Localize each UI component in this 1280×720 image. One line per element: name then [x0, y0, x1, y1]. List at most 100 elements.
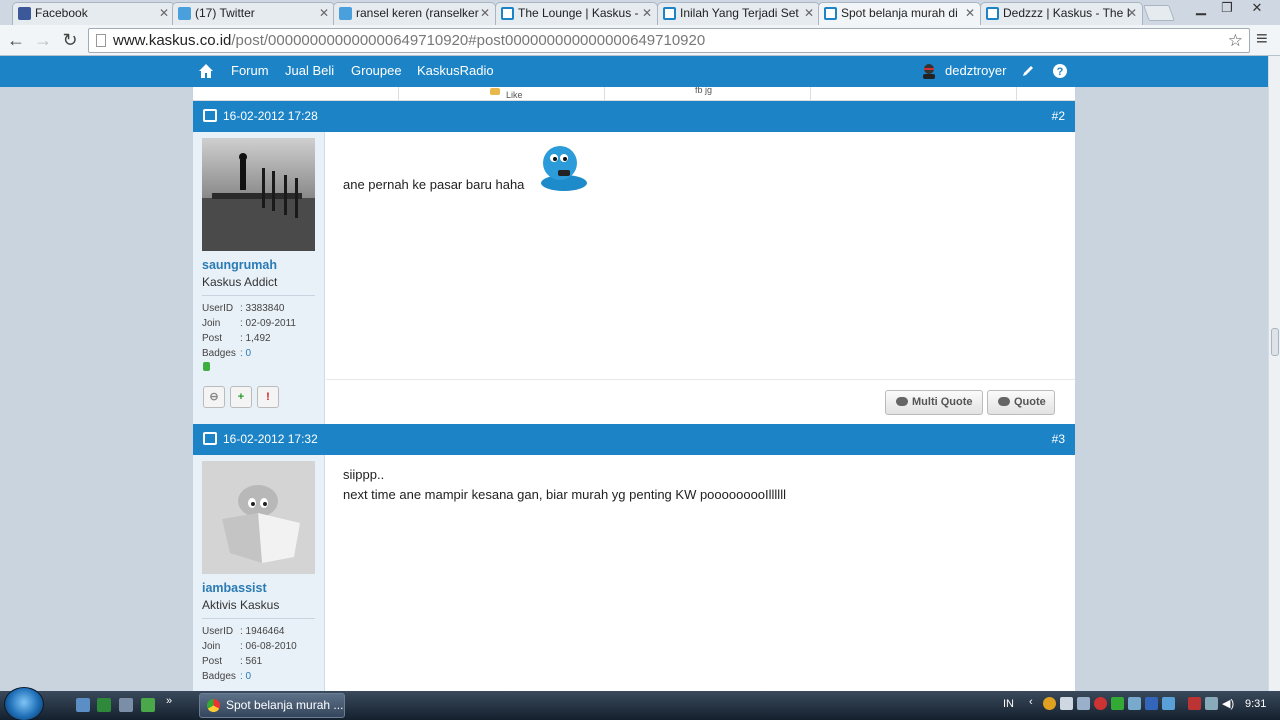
checkbox-icon[interactable]: [203, 109, 217, 122]
close-icon[interactable]: ✕: [642, 3, 652, 23]
close-window-button[interactable]: ✕: [1244, 0, 1270, 18]
tray-app-icon[interactable]: [1060, 697, 1073, 710]
tab-twitter[interactable]: (17) Twitter ✕: [172, 2, 335, 25]
nav-groupee[interactable]: Groupee: [344, 56, 409, 87]
checkbox-icon[interactable]: [203, 432, 217, 445]
menu-icon[interactable]: ≡: [1256, 28, 1268, 51]
username-link[interactable]: saungrumah: [202, 258, 277, 272]
svg-text:?: ?: [1057, 66, 1064, 78]
tab-lounge[interactable]: The Lounge | Kaskus - ✕: [495, 2, 658, 25]
nav-forum[interactable]: Forum: [224, 56, 276, 87]
twitter-icon: [339, 7, 352, 20]
new-tab-button[interactable]: [1143, 5, 1175, 21]
username-link[interactable]: iambassist: [202, 581, 267, 595]
multi-quote-button[interactable]: Multi Quote: [885, 390, 983, 415]
home-icon[interactable]: [198, 63, 214, 79]
nav-jual-beli[interactable]: Jual Beli: [278, 56, 341, 87]
tab-spot-belanja[interactable]: Spot belanja murah di ✕: [818, 2, 981, 25]
close-icon[interactable]: ✕: [480, 3, 490, 23]
close-icon[interactable]: ✕: [965, 3, 975, 23]
nav-kaskusradio[interactable]: KaskusRadio: [410, 56, 501, 87]
avatar[interactable]: [202, 461, 315, 574]
volume-icon[interactable]: ◀): [1222, 697, 1234, 710]
language-indicator[interactable]: IN: [1003, 698, 1014, 710]
page-content: Like fb jg 16-02-2012 17:28 #2 saungruma…: [0, 87, 1268, 691]
scrollbar-thumb[interactable]: [1271, 328, 1279, 356]
tab-title: ransel keren (ranselker: [356, 6, 479, 20]
post-header: 16-02-2012 17:28 #2: [193, 101, 1075, 132]
close-icon[interactable]: ✕: [319, 3, 329, 23]
user-info-row: Post: 561: [202, 656, 263, 667]
quote-button[interactable]: Quote: [987, 390, 1055, 415]
tray-app-icon[interactable]: [1111, 697, 1124, 710]
close-icon[interactable]: ✕: [804, 3, 814, 23]
url-domain: www.kaskus.co.id: [113, 32, 232, 49]
avatar[interactable]: [202, 138, 315, 251]
bookmark-star-icon[interactable]: ☆: [1228, 29, 1243, 52]
reload-icon[interactable]: ↻: [59, 30, 81, 52]
start-button[interactable]: [4, 687, 44, 720]
post-datetime: 16-02-2012 17:28: [223, 109, 318, 123]
user-info-row: Join: 02-09-2011: [202, 318, 296, 329]
tab-title: Facebook: [35, 6, 88, 20]
online-status-icon: [203, 362, 210, 371]
help-icon[interactable]: ?: [1052, 63, 1068, 79]
user-sidebar: iambassist Aktivis Kaskus UserID: 194646…: [193, 455, 325, 691]
clock[interactable]: 9:31: [1245, 698, 1266, 710]
user-rank: Aktivis Kaskus: [202, 598, 280, 612]
nav-username[interactable]: dedztroyer: [938, 56, 1013, 87]
tray-app-icon[interactable]: [1094, 697, 1107, 710]
block-icon[interactable]: ⊖: [203, 386, 225, 408]
user-info-row: Post: 1,492: [202, 333, 271, 344]
restore-button[interactable]: ❐: [1214, 0, 1240, 18]
tab-ransel[interactable]: ransel keren (ranselker ✕: [333, 2, 496, 25]
site-navbar: Forum Jual Beli Groupee KaskusRadio dedz…: [0, 56, 1268, 87]
close-icon[interactable]: ✕: [1127, 3, 1137, 23]
chevron-right-icon[interactable]: »: [166, 695, 172, 707]
report-icon[interactable]: !: [257, 386, 279, 408]
post-datetime: 16-02-2012 17:32: [223, 432, 318, 446]
kaskus-icon: [986, 7, 999, 20]
pencil-icon[interactable]: [1021, 64, 1035, 78]
tray-app-icon[interactable]: [1145, 697, 1158, 710]
tab-facebook[interactable]: Facebook ✕: [12, 2, 175, 25]
tab-dedzzz[interactable]: Dedzzz | Kaskus - The I ✕: [980, 2, 1143, 25]
excel-icon[interactable]: [97, 698, 111, 712]
post-body: ane pernah ke pasar baru haha: [343, 175, 524, 195]
kaskus-icon: [824, 7, 837, 20]
tab-title: (17) Twitter: [195, 6, 255, 20]
minimize-button[interactable]: ▁: [1188, 0, 1214, 18]
tray-app-icon[interactable]: [1043, 697, 1056, 710]
tray-app-icon[interactable]: [1128, 697, 1141, 710]
computer-icon[interactable]: [119, 698, 133, 712]
user-avatar-icon[interactable]: [921, 63, 937, 79]
app-icon[interactable]: [141, 698, 155, 712]
facebook-icon: [18, 7, 31, 20]
browser-tab-strip: Facebook ✕ (17) Twitter ✕ ransel keren (…: [0, 0, 1280, 25]
user-info-row: Badges: 0: [202, 348, 252, 359]
forward-arrow-icon[interactable]: →: [32, 30, 54, 52]
tray-app-icon[interactable]: [1162, 697, 1175, 710]
tab-inilah[interactable]: Inilah Yang Terjadi Set ✕: [657, 2, 820, 25]
tab-title: Inilah Yang Terjadi Set: [680, 6, 799, 20]
post-header: 16-02-2012 17:32 #3: [193, 424, 1075, 455]
chevron-left-icon[interactable]: ‹: [1029, 696, 1033, 708]
add-reputation-icon[interactable]: +: [230, 386, 252, 408]
like-label[interactable]: Like: [506, 90, 523, 100]
post-number[interactable]: #3: [1052, 424, 1065, 454]
post-number[interactable]: #2: [1052, 101, 1065, 131]
close-icon[interactable]: ✕: [159, 3, 169, 23]
previous-post-footer: Like fb jg: [193, 87, 1075, 101]
address-bar[interactable]: www.kaskus.co.id/post/000000000000000649…: [88, 28, 1250, 53]
windows-taskbar: » Spot belanja murah ... IN ‹ ◀) 9:31: [0, 687, 1280, 720]
network-icon[interactable]: [1205, 697, 1218, 710]
taskbar-chrome-window[interactable]: Spot belanja murah ...: [199, 693, 345, 718]
post-line: ane pernah ke pasar baru haha: [343, 177, 525, 192]
user-rank: Kaskus Addict: [202, 275, 278, 289]
show-desktop-icon[interactable]: [76, 698, 90, 712]
vertical-scrollbar[interactable]: [1268, 56, 1280, 691]
tray-app-icon[interactable]: [1077, 697, 1090, 710]
tray-app-icon[interactable]: [1188, 697, 1201, 710]
back-arrow-icon[interactable]: ←: [5, 30, 27, 52]
url-path: /post/000000000000000649710920#post00000…: [231, 32, 706, 49]
